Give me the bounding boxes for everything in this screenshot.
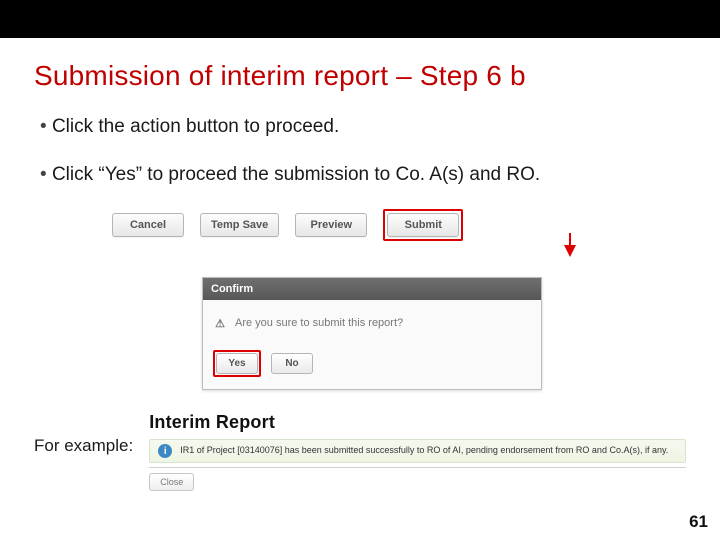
- interim-report-panel: Interim Report i IR1 of Project [0314007…: [149, 412, 686, 491]
- warning-icon: ⚠: [213, 316, 227, 330]
- confirm-dialog: Confirm ⚠ Are you sure to submit this re…: [202, 277, 542, 390]
- dialog-footer: Yes No: [203, 340, 541, 389]
- dialog-body: ⚠ Are you sure to submit this report?: [203, 300, 541, 340]
- slide-content: Submission of interim report – Step 6 b …: [0, 38, 720, 491]
- page-title: Submission of interim report – Step 6 b: [34, 60, 686, 92]
- interim-message-row: i IR1 of Project [03140076] has been sub…: [149, 439, 686, 463]
- yes-highlight: Yes: [213, 350, 261, 377]
- top-black-bar: [0, 0, 720, 38]
- action-button-row: Cancel Temp Save Preview Submit: [112, 209, 686, 241]
- interim-message: IR1 of Project [03140076] has been submi…: [180, 445, 668, 457]
- no-button[interactable]: No: [271, 353, 313, 374]
- arrow-down-icon: [564, 245, 576, 257]
- example-block: For example: Interim Report i IR1 of Pro…: [34, 412, 686, 491]
- cancel-button[interactable]: Cancel: [112, 213, 184, 237]
- interim-report-heading: Interim Report: [149, 412, 686, 433]
- submit-highlight: Submit: [383, 209, 463, 241]
- for-example-label: For example:: [34, 436, 133, 456]
- bullet-2: Click “Yes” to proceed the submission to…: [40, 162, 686, 188]
- dialog-header: Confirm: [203, 278, 541, 300]
- yes-button[interactable]: Yes: [216, 353, 258, 374]
- submit-button[interactable]: Submit: [387, 213, 459, 237]
- page-number: 61: [689, 512, 708, 532]
- dialog-message: Are you sure to submit this report?: [235, 317, 403, 329]
- bullet-1: Click the action button to proceed.: [40, 114, 686, 140]
- preview-button[interactable]: Preview: [295, 213, 367, 237]
- close-button[interactable]: Close: [149, 473, 194, 491]
- interim-close-row: Close: [149, 467, 686, 491]
- instruction-list: Click the action button to proceed. Clic…: [34, 114, 686, 187]
- temp-save-button[interactable]: Temp Save: [200, 213, 279, 237]
- info-icon: i: [158, 444, 172, 458]
